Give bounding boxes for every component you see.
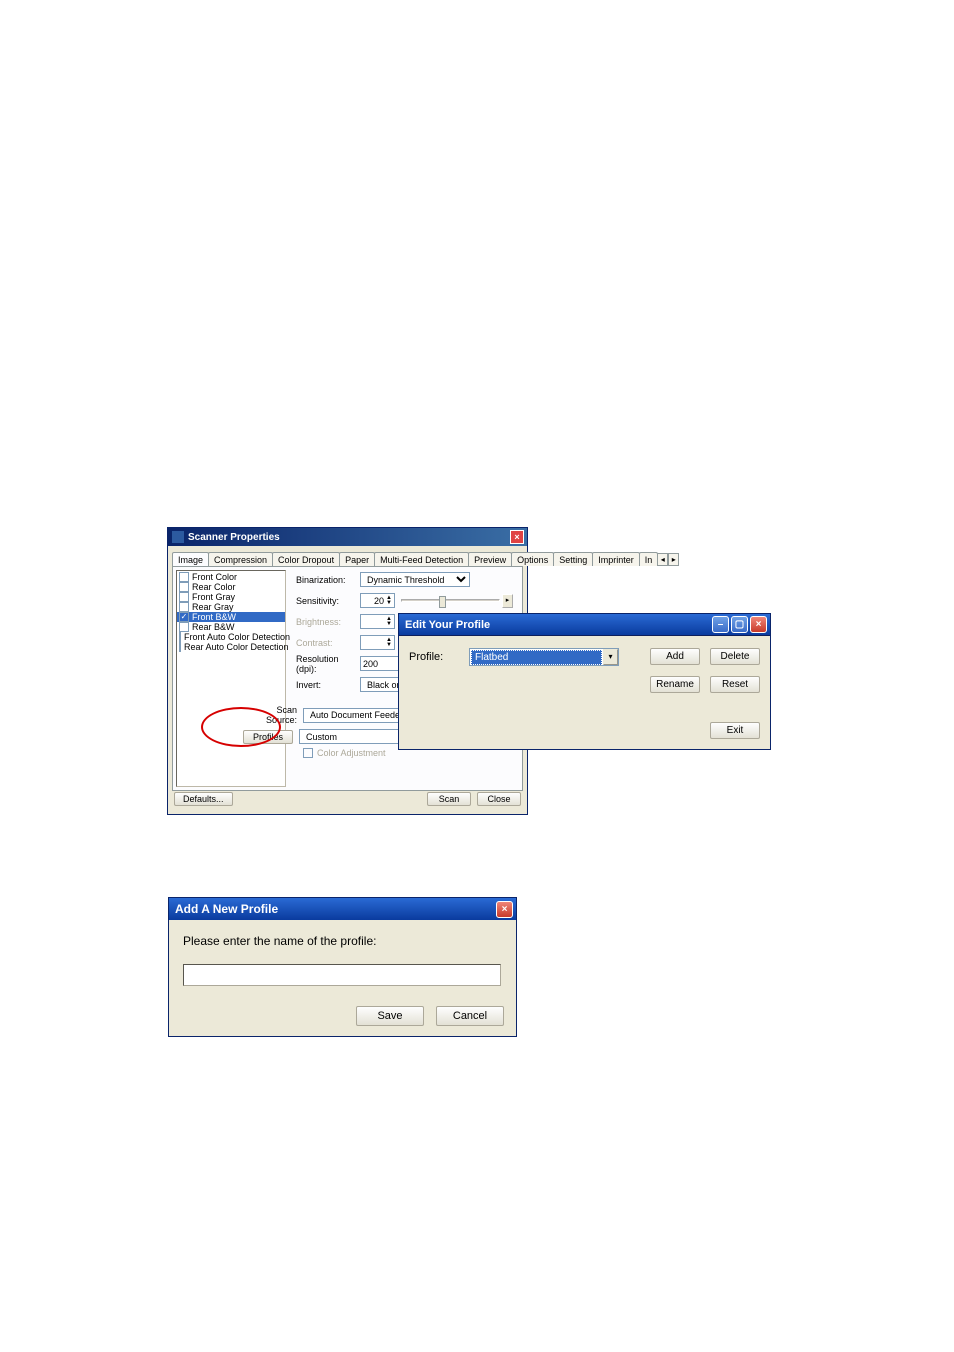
add-profile-window: Add A New Profile × Please enter the nam… (168, 897, 517, 1037)
profile-label: Profile: (409, 651, 469, 663)
spinner-buttons-icon[interactable]: ▲▼ (386, 596, 392, 606)
close-icon[interactable]: × (510, 530, 524, 544)
resolution-input[interactable] (360, 656, 402, 671)
scan-source-label: Scan Source: (243, 705, 303, 725)
close-icon[interactable]: × (750, 616, 767, 633)
scanner-tabs: Image Compression Color Dropout Paper Mu… (172, 550, 523, 566)
add-title: Add A New Profile (175, 902, 278, 916)
tab-in[interactable]: In (639, 552, 659, 566)
list-item-label[interactable]: Front B&W (192, 612, 236, 622)
list-item: Front Gray (177, 592, 285, 602)
brightness-spinner: ▲▼ (360, 614, 395, 629)
tab-scroll-left-icon[interactable]: ◂ (657, 553, 668, 566)
list-item-label[interactable]: Front Color (192, 572, 237, 582)
defaults-button[interactable]: Defaults... (174, 792, 233, 806)
tab-scroll-right-icon[interactable]: ▸ (668, 553, 679, 566)
add-body: Please enter the name of the profile: Sa… (169, 920, 516, 1036)
checkbox-icon[interactable] (179, 642, 181, 652)
tab-setting[interactable]: Setting (553, 552, 593, 566)
sensitivity-slider[interactable]: ▸ (401, 594, 513, 608)
tab-color-dropout[interactable]: Color Dropout (272, 552, 340, 566)
sensitivity-spinner[interactable]: 20 ▲▼ (360, 593, 395, 608)
profiles-button[interactable]: Profiles (243, 730, 293, 744)
chevron-down-icon[interactable]: ▾ (603, 649, 618, 665)
list-item: Rear Color (177, 582, 285, 592)
brightness-label: Brightness: (296, 617, 360, 627)
color-adjustment-label: Color Adjustment (317, 748, 386, 758)
list-item-label[interactable]: Rear Color (192, 582, 236, 592)
edit-body: Profile: Flatbed ▾ Add Delete Rename Res… (399, 636, 770, 749)
contrast-label: Contrast: (296, 638, 360, 648)
list-item: Rear B&W (177, 622, 285, 632)
reset-button[interactable]: Reset (710, 676, 760, 693)
checkbox-icon[interactable] (179, 592, 189, 602)
checkbox-icon[interactable] (179, 602, 189, 612)
edit-title: Edit Your Profile (405, 619, 490, 631)
list-item: ✓Front B&W (177, 612, 285, 622)
spinner-buttons-icon: ▲▼ (386, 638, 392, 648)
scanner-titlebar: Scanner Properties × (168, 528, 527, 546)
contrast-spinner: ▲▼ (360, 635, 395, 650)
list-item: Rear Gray (177, 602, 285, 612)
save-button[interactable]: Save (356, 1006, 424, 1026)
checkbox-icon[interactable] (303, 748, 313, 758)
close-button[interactable]: Close (477, 792, 521, 806)
profile-select-value: Flatbed (471, 650, 602, 665)
list-item: Front Color (177, 572, 285, 582)
profile-select[interactable]: Flatbed ▾ (469, 648, 619, 666)
list-item: Front Auto Color Detection (177, 632, 285, 642)
edit-titlebar: Edit Your Profile – ▢ × (399, 614, 770, 636)
list-item-label[interactable]: Rear Auto Color Detection (184, 642, 289, 652)
slider-end-icon[interactable]: ▸ (502, 594, 513, 608)
list-item: Rear Auto Color Detection (177, 642, 285, 652)
maximize-icon[interactable]: ▢ (731, 616, 748, 633)
edit-profile-window: Edit Your Profile – ▢ × Profile: Flatbed… (398, 613, 771, 750)
add-titlebar: Add A New Profile × (169, 898, 516, 920)
add-button[interactable]: Add (650, 648, 700, 665)
tab-compression[interactable]: Compression (208, 552, 273, 566)
tab-multifeed[interactable]: Multi-Feed Detection (374, 552, 469, 566)
delete-button[interactable]: Delete (710, 648, 760, 665)
spinner-buttons-icon: ▲▼ (386, 617, 392, 627)
binarization-select[interactable]: Dynamic Threshold (360, 572, 470, 587)
list-item-label[interactable]: Rear Gray (192, 602, 234, 612)
tab-image[interactable]: Image (172, 552, 209, 566)
list-item-label[interactable]: Front Gray (192, 592, 235, 602)
profile-name-input[interactable] (183, 964, 501, 986)
exit-button[interactable]: Exit (710, 722, 760, 739)
binarization-label: Binarization: (296, 575, 360, 585)
tab-paper[interactable]: Paper (339, 552, 375, 566)
tab-options[interactable]: Options (511, 552, 554, 566)
rename-button[interactable]: Rename (650, 676, 700, 693)
sensitivity-label: Sensitivity: (296, 596, 360, 606)
invert-label: Invert: (296, 680, 360, 690)
list-item-label[interactable]: Rear B&W (192, 622, 235, 632)
checkbox-icon[interactable] (179, 582, 189, 592)
close-icon[interactable]: × (496, 901, 513, 918)
resolution-label: Resolution (dpi): (296, 654, 360, 674)
app-icon (172, 531, 184, 543)
checkbox-icon[interactable]: ✓ (179, 612, 189, 622)
minimize-icon[interactable]: – (712, 616, 729, 633)
scanner-title: Scanner Properties (188, 532, 280, 543)
checkbox-icon[interactable] (179, 632, 181, 642)
sensitivity-value: 20 (374, 596, 384, 606)
cancel-button[interactable]: Cancel (436, 1006, 504, 1026)
scan-button[interactable]: Scan (427, 792, 471, 806)
list-item-label[interactable]: Front Auto Color Detection (184, 632, 290, 642)
tab-imprinter[interactable]: Imprinter (592, 552, 640, 566)
checkbox-icon[interactable] (179, 622, 189, 632)
add-prompt: Please enter the name of the profile: (183, 934, 502, 948)
checkbox-icon[interactable] (179, 572, 189, 582)
tab-preview[interactable]: Preview (468, 552, 512, 566)
